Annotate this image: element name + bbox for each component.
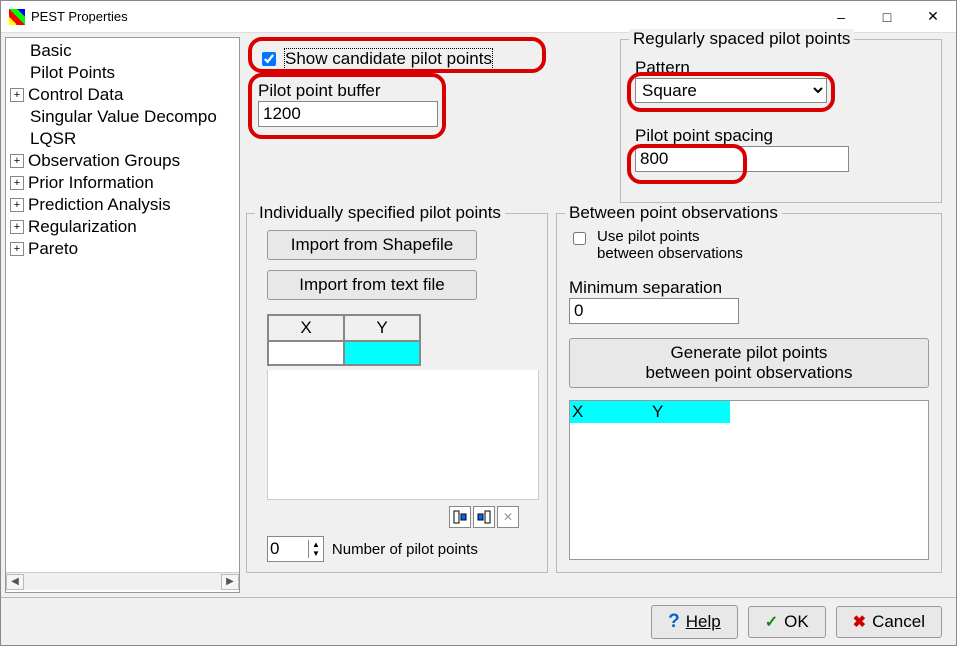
check-icon: ✓: [765, 612, 778, 632]
spacing-label: Pilot point spacing: [635, 126, 849, 146]
spin-up-icon[interactable]: ▲: [308, 540, 323, 549]
individual-table-body[interactable]: [267, 370, 539, 500]
tree-item-lqsr[interactable]: LQSR: [6, 128, 239, 150]
scroll-left-icon[interactable]: ◀: [6, 574, 24, 590]
content-pane: Show candidate pilot points Pilot point …: [240, 33, 956, 597]
group-between: Between point observations Use pilot poi…: [556, 213, 942, 573]
ok-button[interactable]: ✓ OK: [748, 606, 826, 638]
pattern-label: Pattern: [635, 58, 827, 78]
tree-item-regularization[interactable]: +Regularization: [6, 216, 239, 238]
group-regular: Regularly spaced pilot points Pattern Sq…: [620, 39, 942, 203]
show-candidate-checkbox[interactable]: [262, 52, 276, 66]
generate-button[interactable]: Generate pilot points between point obse…: [569, 338, 929, 388]
spin-down-icon[interactable]: ▼: [308, 549, 323, 558]
tree-item-pilot-points[interactable]: Pilot Points: [6, 62, 239, 84]
close-button[interactable]: ✕: [910, 1, 956, 32]
maximize-button[interactable]: □: [864, 1, 910, 32]
group-between-legend: Between point observations: [565, 203, 782, 223]
cancel-button[interactable]: ✖ Cancel: [836, 606, 942, 638]
col-header-x: X: [268, 315, 344, 341]
bpo-col-x: X: [570, 401, 650, 423]
pattern-select[interactable]: Square: [635, 78, 827, 103]
delete-row-button[interactable]: ✕: [497, 506, 519, 528]
add-row-button[interactable]: [473, 506, 495, 528]
scroll-right-icon[interactable]: ▶: [221, 574, 239, 590]
group-individual-legend: Individually specified pilot points: [255, 203, 505, 223]
tree-item-pareto[interactable]: +Pareto: [6, 238, 239, 260]
expander-icon[interactable]: +: [10, 242, 24, 256]
pilot-count-spinner[interactable]: ▲ ▼: [267, 536, 324, 562]
use-pilot-label: Use pilot points between observations: [597, 228, 743, 262]
nav-tree: Basic Pilot Points +Control Data Singula…: [5, 37, 240, 593]
expander-icon[interactable]: +: [10, 198, 24, 212]
tree-hscroll[interactable]: ◀ ▶: [6, 572, 239, 590]
show-candidate-label: Show candidate pilot points: [285, 49, 492, 69]
tree-item-prediction-analysis[interactable]: +Prediction Analysis: [6, 194, 239, 216]
expander-icon[interactable]: +: [10, 220, 24, 234]
group-regular-legend: Regularly spaced pilot points: [629, 29, 854, 49]
cell-x[interactable]: [268, 341, 344, 365]
import-shapefile-button[interactable]: Import from Shapefile: [267, 230, 477, 260]
import-textfile-button[interactable]: Import from text file: [267, 270, 477, 300]
pilot-count-input[interactable]: [268, 537, 308, 561]
help-icon: ?: [668, 611, 680, 633]
help-button[interactable]: ? Help: [651, 605, 738, 639]
buffer-label: Pilot point buffer: [258, 81, 438, 101]
individual-table[interactable]: X Y: [267, 314, 421, 366]
expander-icon[interactable]: +: [10, 88, 24, 102]
expander-icon[interactable]: +: [10, 154, 24, 168]
show-candidate-row: Show candidate pilot points: [258, 49, 492, 69]
pilot-count-label: Number of pilot points: [332, 541, 478, 558]
dialog-body: Basic Pilot Points +Control Data Singula…: [1, 33, 956, 645]
cell-y-selected[interactable]: [344, 341, 420, 365]
min-sep-input[interactable]: [569, 298, 739, 324]
minimize-button[interactable]: –: [818, 1, 864, 32]
dialog-footer: ? Help ✓ OK ✖ Cancel: [1, 597, 956, 645]
insert-row-button[interactable]: [449, 506, 471, 528]
expander-icon[interactable]: +: [10, 176, 24, 190]
buffer-input[interactable]: [258, 101, 438, 127]
use-pilot-checkbox[interactable]: [573, 232, 586, 245]
min-sep-label: Minimum separation: [569, 278, 739, 298]
app-icon: [9, 9, 25, 25]
bpo-col-y: Y: [650, 401, 730, 423]
tree-item-observation-groups[interactable]: +Observation Groups: [6, 150, 239, 172]
between-table[interactable]: X Y: [569, 400, 929, 560]
spacing-input[interactable]: [635, 146, 849, 172]
group-individual: Individually specified pilot points Impo…: [246, 213, 548, 573]
tree-item-svd[interactable]: Singular Value Decompo: [6, 106, 239, 128]
tree-item-basic[interactable]: Basic: [6, 40, 239, 62]
window-title: PEST Properties: [31, 9, 818, 24]
col-header-y: Y: [344, 315, 420, 341]
tree-item-prior-information[interactable]: +Prior Information: [6, 172, 239, 194]
window: PEST Properties – □ ✕ Basic Pilot Points…: [0, 0, 957, 646]
tree-item-control-data[interactable]: +Control Data: [6, 84, 239, 106]
cancel-icon: ✖: [853, 612, 866, 632]
